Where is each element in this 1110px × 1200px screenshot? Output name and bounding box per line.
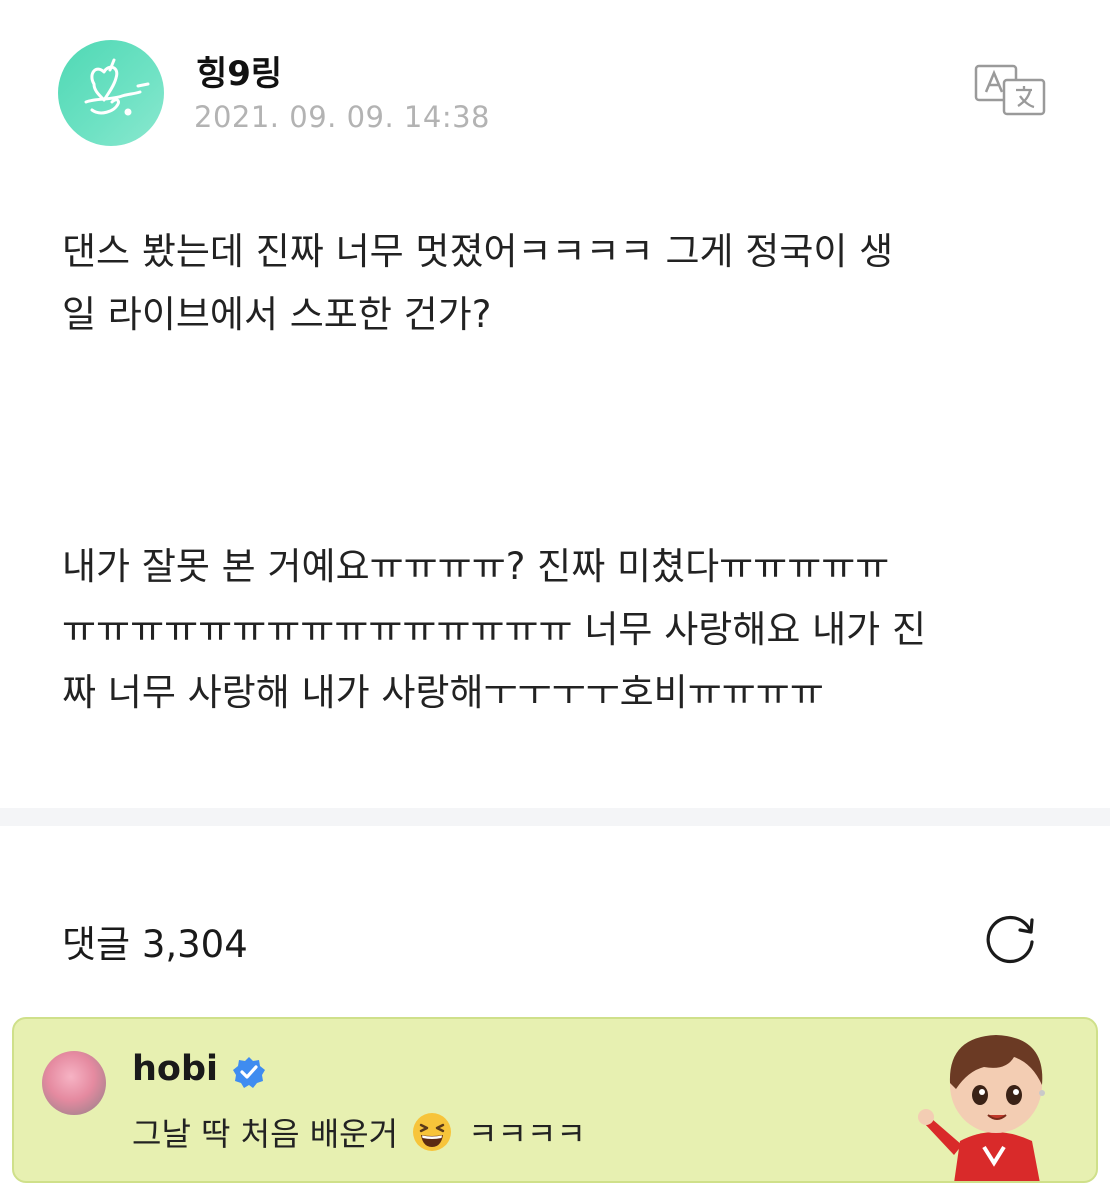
featured-comment-card[interactable]: hobi 그날 딱 처음 배운거 ㅋㅋㅋㅋ <box>12 1017 1098 1183</box>
refresh-icon[interactable] <box>980 908 1040 968</box>
signature-logo-icon <box>84 58 150 116</box>
post-paragraph: 내가 잘못 본 거예요ㅠㅠㅠㅠ? 진짜 미쳤다ㅠㅠㅠㅠㅠ ㅠㅠㅠㅠㅠㅠㅠㅠㅠㅠㅠ… <box>62 545 927 714</box>
section-divider <box>0 808 1110 826</box>
post-body: 댄스 봤는데 진짜 너무 멋졌어ㅋㅋㅋㅋ 그게 정국이 생 일 라이브에서 스포… <box>62 220 1062 724</box>
commenter-avatar[interactable] <box>42 1051 106 1115</box>
grinning-squinting-face-icon <box>412 1112 452 1152</box>
character-sticker <box>914 1023 1074 1181</box>
author-name[interactable]: 힝9링 <box>196 46 282 95</box>
comments-count-label[interactable]: 댓글 3,304 <box>62 914 248 968</box>
author-avatar[interactable] <box>58 40 164 146</box>
post-header: 힝9링 2021. 09. 09. 14:38 <box>58 40 1058 150</box>
comment-text: 그날 딱 처음 배운거 ㅋㅋㅋㅋ <box>132 1109 586 1155</box>
translate-icon[interactable] <box>974 64 1048 116</box>
verified-badge-icon <box>232 1055 266 1089</box>
post-paragraph: 댄스 봤는데 진짜 너무 멋졌어ㅋㅋㅋㅋ 그게 정국이 생 일 라이브에서 스포… <box>62 230 894 336</box>
comments-bar: 댓글 3,304 <box>62 908 1052 978</box>
post-date: 2021. 09. 09. 14:38 <box>194 100 490 134</box>
commenter-name[interactable]: hobi <box>132 1049 218 1089</box>
comment-text-part: ㅋㅋㅋㅋ <box>468 1115 586 1153</box>
comment-text-part: 그날 딱 처음 배운거 <box>132 1115 399 1153</box>
